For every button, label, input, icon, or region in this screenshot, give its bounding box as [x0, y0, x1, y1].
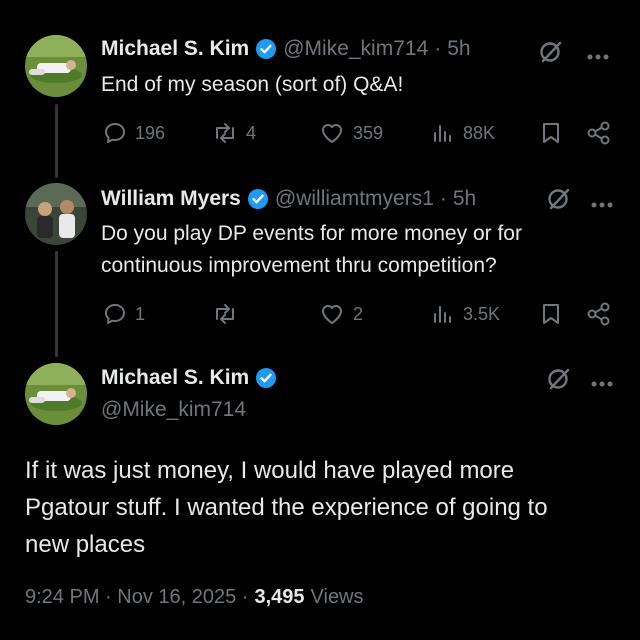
main-timestamp-row: 9:24 PM · Nov 16, 2025 · 3,495 Views [25, 586, 364, 609]
tweet2-time[interactable]: 5h [453, 187, 476, 211]
tweet1-reply-button[interactable]: 196 [103, 121, 165, 145]
tweet2-reply-count: 1 [135, 303, 146, 324]
tweet1-views-button[interactable]: 88K [431, 121, 495, 145]
tweet1-view-count: 88K [463, 122, 496, 143]
tweet1-repost-count: 4 [246, 122, 257, 143]
tweet1-separator: · [434, 37, 442, 60]
repost-icon [216, 304, 234, 324]
tweet2-view-count: 3.5K [463, 303, 501, 324]
tweet2-header: William Myers @williamtmyers1 · 5h [101, 187, 476, 211]
main-view-count: 3,495 [254, 586, 305, 608]
tweet1-time[interactable]: 5h [447, 37, 470, 61]
tweet2-author-name[interactable]: William Myers [101, 187, 241, 211]
grok-icon[interactable] [546, 186, 572, 217]
tweet1-handle[interactable]: @Mike_kim714 [283, 37, 428, 61]
more-icon[interactable] [590, 375, 614, 393]
avatar-michael[interactable] [25, 363, 87, 425]
main-views-label: Views [310, 586, 364, 608]
tweet2-text-line2: continuous improvement thru competition? [101, 254, 497, 277]
tweet1-reply-count: 196 [135, 122, 166, 143]
thread-line [55, 104, 58, 178]
share-icon[interactable] [586, 120, 612, 151]
reply-icon [105, 123, 125, 143]
main-text-line2: Pgatour stuff. I wanted the experience o… [25, 494, 548, 521]
thread-line [55, 251, 58, 357]
tweet1-repost-button[interactable]: 4 [212, 121, 256, 145]
share-icon[interactable] [586, 301, 612, 332]
views-icon [434, 125, 451, 142]
main-text-line1: If it was just money, I would have playe… [25, 457, 515, 484]
main-timestamp[interactable]: 9:24 PM · Nov 16, 2025 · [25, 586, 248, 609]
main-handle[interactable]: @Mike_kim714 [101, 398, 246, 422]
tweet1-like-button[interactable]: 359 [319, 121, 383, 145]
main-author-name[interactable]: Michael S. Kim [101, 366, 249, 390]
main-text-line3: new places [25, 531, 146, 558]
like-icon [322, 124, 342, 143]
tweet1-author-name[interactable]: Michael S. Kim [101, 37, 249, 61]
tweet2-views-button[interactable]: 3.5K [431, 302, 500, 326]
avatar-michael[interactable] [25, 35, 87, 97]
more-icon[interactable] [586, 48, 610, 66]
tweet2-reply-button[interactable]: 1 [103, 302, 145, 326]
bookmark-icon[interactable] [540, 302, 562, 331]
tweet2-separator: · [439, 187, 447, 210]
like-icon [322, 305, 342, 324]
tweet2-handle[interactable]: @williamtmyers1 [275, 187, 434, 211]
tweet1-header: Michael S. Kim @Mike_kim714 · 5h [101, 37, 471, 61]
main-text: If it was just money, I would have playe… [25, 452, 548, 563]
repost-icon [216, 123, 234, 143]
tweet2-repost-button[interactable] [212, 302, 246, 326]
grok-icon[interactable] [538, 39, 564, 70]
tweet1-text: End of my season (sort of) Q&A! [101, 73, 404, 96]
tweet2-like-button[interactable]: 2 [319, 302, 363, 326]
more-icon[interactable] [590, 196, 614, 214]
verified-badge-icon [247, 188, 269, 210]
tweet2-text-line1: Do you play DP events for more money or … [101, 222, 522, 245]
bookmark-icon[interactable] [540, 121, 562, 150]
verified-badge-icon [255, 367, 277, 389]
grok-icon[interactable] [546, 366, 572, 397]
views-icon [434, 306, 451, 323]
reply-icon [105, 304, 125, 324]
verified-badge-icon [255, 38, 277, 60]
tweet2-like-count: 2 [353, 303, 364, 324]
avatar-william[interactable] [25, 183, 87, 245]
tweet1-like-count: 359 [353, 122, 384, 143]
main-header: Michael S. Kim [101, 366, 283, 390]
